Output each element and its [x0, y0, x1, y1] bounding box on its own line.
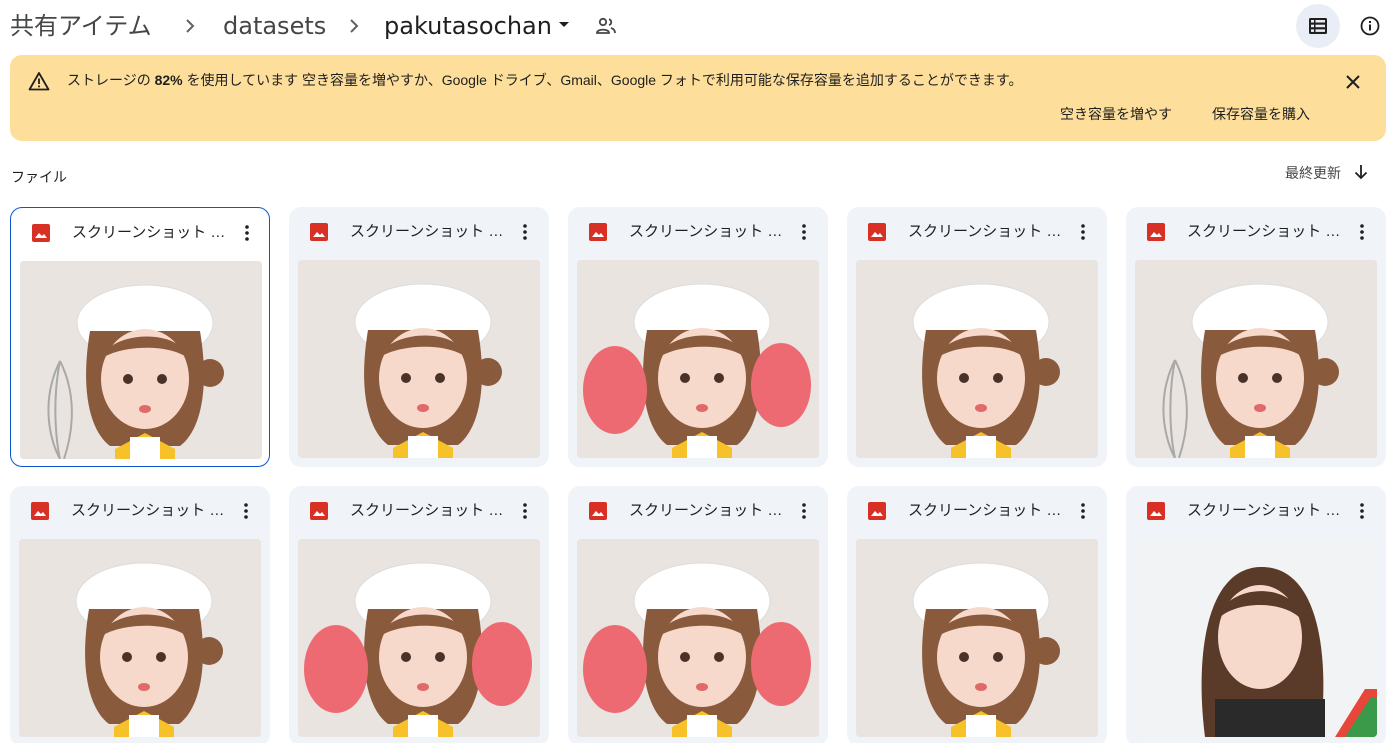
file-thumbnail	[20, 261, 262, 459]
file-thumbnail	[19, 539, 261, 737]
image-file-icon	[32, 224, 50, 242]
file-name: スクリーンショット 2023-05-01	[908, 223, 1068, 240]
top-bar: 共有アイテム datasets pakutasochan	[0, 0, 1400, 52]
file-name: スクリーンショット 2023-05-01	[629, 223, 789, 240]
dropdown-caret-icon[interactable]	[559, 22, 569, 27]
image-file-icon	[868, 223, 886, 241]
list-view-icon	[1309, 18, 1327, 34]
file-name: スクリーンショット 2023-05-01	[908, 502, 1068, 519]
storage-warning-banner: ストレージの 82% を使用しています 空き容量を増やすか、Google ドライ…	[10, 55, 1386, 141]
chevron-right-icon	[186, 19, 195, 33]
chevron-right-icon	[350, 19, 359, 33]
file-thumbnail	[298, 260, 540, 458]
list-view-button[interactable]	[1296, 4, 1340, 48]
breadcrumb-root[interactable]: 共有アイテム	[10, 8, 152, 44]
file-name: スクリーンショット 2023-05-01	[629, 502, 789, 519]
file-thumbnail	[856, 539, 1098, 737]
sort-by-button[interactable]: 最終更新	[1285, 162, 1341, 184]
more-vert-icon[interactable]	[1352, 501, 1372, 521]
file-card[interactable]: スクリーンショット 2023-05-01	[568, 207, 828, 467]
file-name: スクリーンショット 2023-05-01	[71, 502, 231, 519]
file-card[interactable]: スクリーンショット 2023-05-01	[289, 207, 549, 467]
breadcrumb-current-folder[interactable]: pakutasochan	[384, 8, 552, 44]
storage-percent: 82%	[154, 72, 183, 88]
image-file-icon	[310, 223, 328, 241]
storage-warning-message: ストレージの 82% を使用しています 空き容量を増やすか、Google ドライ…	[67, 72, 1023, 88]
image-file-icon	[589, 223, 607, 241]
file-name: スクリーンショット 2023-05-01	[72, 224, 232, 241]
image-file-icon	[1147, 223, 1165, 241]
file-name: スクリーンショット 2023-05-01	[350, 223, 510, 240]
more-vert-icon[interactable]	[515, 222, 535, 242]
file-card[interactable]: スクリーンショット 2023-05-01	[1126, 486, 1386, 743]
details-button[interactable]	[1350, 4, 1390, 48]
close-icon[interactable]	[1340, 69, 1366, 95]
more-vert-icon[interactable]	[794, 222, 814, 242]
more-vert-icon[interactable]	[1352, 222, 1372, 242]
more-vert-icon[interactable]	[1073, 501, 1093, 521]
breadcrumb-parent[interactable]: datasets	[223, 8, 326, 44]
file-card[interactable]: スクリーンショット 2023-05-01	[10, 486, 270, 743]
image-file-icon	[589, 502, 607, 520]
file-card[interactable]: スクリーンショット 2023-05-01	[847, 207, 1107, 467]
more-vert-icon[interactable]	[236, 501, 256, 521]
file-thumbnail	[1135, 539, 1377, 737]
more-vert-icon[interactable]	[237, 223, 257, 243]
file-thumbnail	[577, 260, 819, 458]
more-vert-icon[interactable]	[1073, 222, 1093, 242]
file-name: スクリーンショット 2023-05-01	[1187, 223, 1347, 240]
buy-storage-button[interactable]: 保存容量を購入	[1212, 102, 1310, 126]
warning-icon	[28, 72, 50, 91]
file-card[interactable]: スクリーンショット 2023-05-01	[847, 486, 1107, 743]
image-file-icon	[310, 502, 328, 520]
free-up-space-button[interactable]: 空き容量を増やす	[1060, 102, 1172, 126]
people-icon[interactable]	[595, 15, 617, 37]
file-name: スクリーンショット 2023-05-01	[350, 502, 510, 519]
file-thumbnail	[577, 539, 819, 737]
arrow-down-icon[interactable]	[1351, 162, 1371, 182]
image-file-icon	[1147, 502, 1165, 520]
image-file-icon	[868, 502, 886, 520]
file-thumbnail	[1135, 260, 1377, 458]
file-card[interactable]: スクリーンショット 2023-05-01	[1126, 207, 1386, 467]
file-thumbnail	[298, 539, 540, 737]
more-vert-icon[interactable]	[515, 501, 535, 521]
info-icon	[1360, 16, 1380, 36]
file-card[interactable]: スクリーンショット 2023-05-01	[568, 486, 828, 743]
file-name: スクリーンショット 2023-05-01	[1187, 502, 1347, 519]
image-file-icon	[31, 502, 49, 520]
file-thumbnail	[856, 260, 1098, 458]
more-vert-icon[interactable]	[794, 501, 814, 521]
section-title-files: ファイル	[11, 169, 67, 185]
file-card[interactable]: スクリーンショット 2023-05-01	[289, 486, 549, 743]
file-card[interactable]: スクリーンショット 2023-05-01	[10, 207, 270, 467]
